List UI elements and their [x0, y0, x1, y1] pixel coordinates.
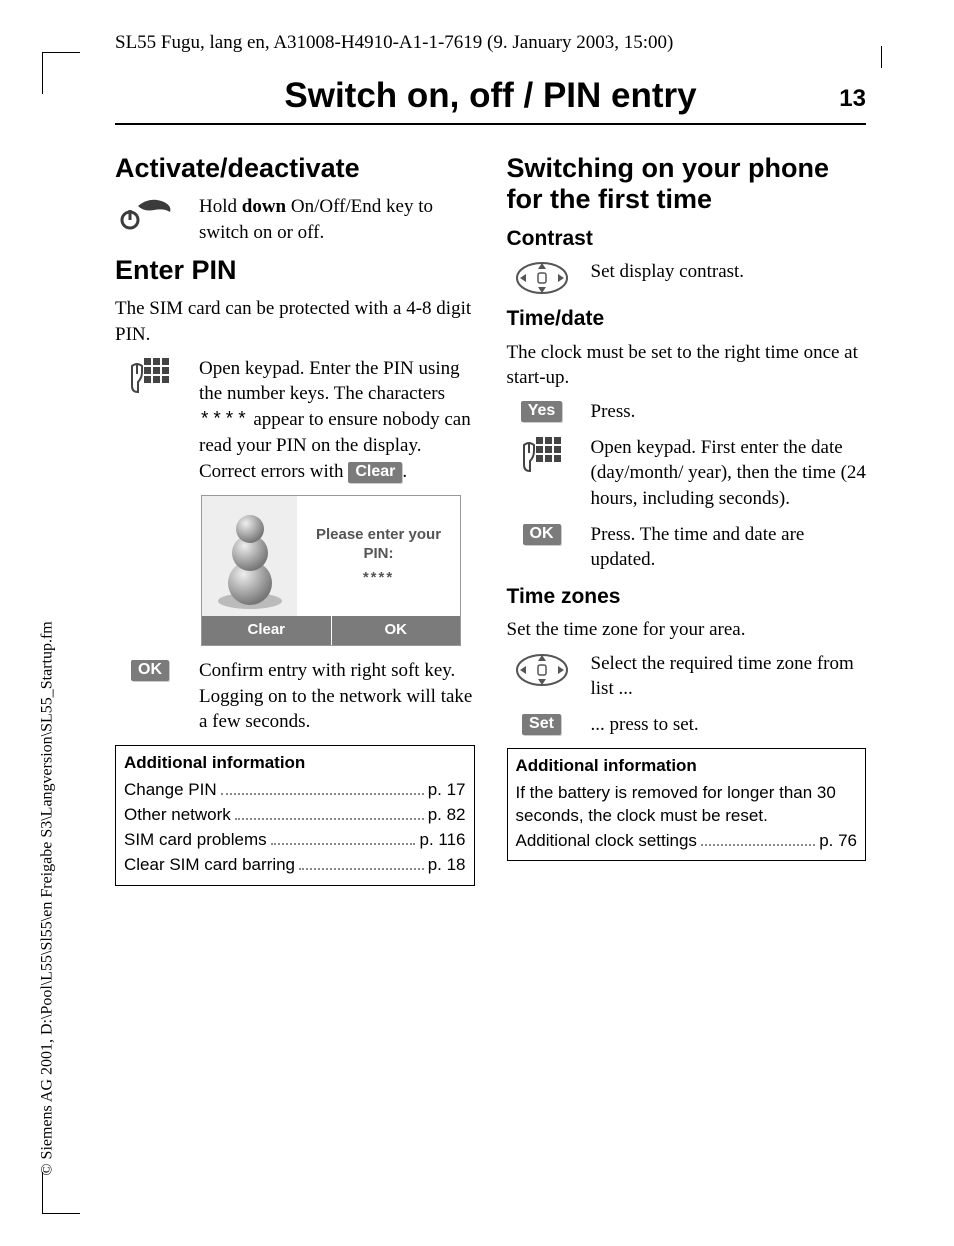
heading-activate: Activate/deactivate	[115, 153, 475, 184]
toc-line: Additional clock settingsp. 76	[516, 830, 858, 853]
tz-nav-text: Select the required time zone from list …	[591, 651, 867, 702]
heading-contrast: Contrast	[507, 225, 867, 253]
activate-text: Hold down On/Off/End key to switch on or…	[199, 194, 475, 245]
nav-key-icon	[507, 259, 577, 295]
keypad-icon	[507, 435, 577, 477]
toc-line: SIM card problemsp. 116	[124, 829, 466, 852]
set-softkey: Set	[522, 714, 561, 735]
screen-softkey-clear: Clear	[202, 616, 331, 645]
side-copyright: © Siemens AG 2001, D:\Pool\L55\Sl55\en F…	[36, 622, 58, 1176]
ok-confirm-text: Confirm entry with right soft key. Loggi…	[199, 658, 475, 735]
timedate-intro: The clock must be set to the right time …	[507, 340, 867, 391]
heading-enter-pin: Enter PIN	[115, 255, 475, 286]
contrast-text: Set display contrast.	[591, 259, 867, 285]
heading-timezones: Time zones	[507, 583, 867, 611]
heading-timedate: Time/date	[507, 305, 867, 333]
yes-text: Press.	[591, 399, 867, 425]
ok-timedate-text: Press. The time and date are updated.	[591, 522, 867, 573]
clear-softkey-inline: Clear	[348, 462, 402, 483]
power-end-key-icon	[115, 194, 185, 230]
yes-softkey: Yes	[521, 401, 563, 422]
screen-stars: ****	[363, 568, 394, 588]
tz-intro: Set the time zone for your area.	[507, 617, 867, 643]
ok-softkey: OK	[523, 524, 561, 545]
keypad-text: Open keypad. Enter the PIN using the num…	[199, 356, 475, 485]
doc-header: SL55 Fugu, lang en, A31008-H4910-A1-1-76…	[115, 30, 866, 56]
phone-screen: Please enter your PIN: **** Clear OK	[201, 495, 461, 646]
toc-line: Clear SIM card barringp. 18	[124, 854, 466, 877]
right-column: Switching on your phone for the first ti…	[507, 147, 867, 886]
page-title-row: Switch on, off / PIN entry 13	[115, 72, 866, 125]
keypad-icon	[115, 356, 185, 398]
toc-line: Change PINp. 17	[124, 779, 466, 802]
heading-first-time: Switching on your phone for the first ti…	[507, 153, 867, 215]
page-title: Switch on, off / PIN entry	[115, 72, 866, 119]
set-text: ... press to set.	[591, 712, 867, 738]
additional-info-right: Additional information If the battery is…	[507, 748, 867, 862]
screen-softkey-ok: OK	[331, 616, 461, 645]
screen-line2: PIN:	[364, 544, 394, 564]
nav-key-icon	[507, 651, 577, 687]
toc-line: Other networkp. 82	[124, 804, 466, 827]
info-heading-right: Additional information	[516, 755, 858, 778]
left-column: Activate/deactivate Hold down On/Off/End…	[115, 147, 475, 886]
screen-line1: Please enter your	[316, 525, 441, 545]
phone-screen-graphic	[202, 496, 297, 616]
keypad-timedate-text: Open keypad. First enter the date (day/m…	[591, 435, 867, 512]
additional-info-left: Additional information Change PINp. 17 O…	[115, 745, 475, 886]
info-heading-left: Additional information	[124, 752, 466, 775]
page-number: 13	[839, 83, 866, 115]
enter-pin-intro: The SIM card can be protected with a 4-8…	[115, 296, 475, 347]
info-body-right: If the battery is removed for longer tha…	[516, 782, 858, 828]
ok-softkey: OK	[131, 660, 169, 681]
